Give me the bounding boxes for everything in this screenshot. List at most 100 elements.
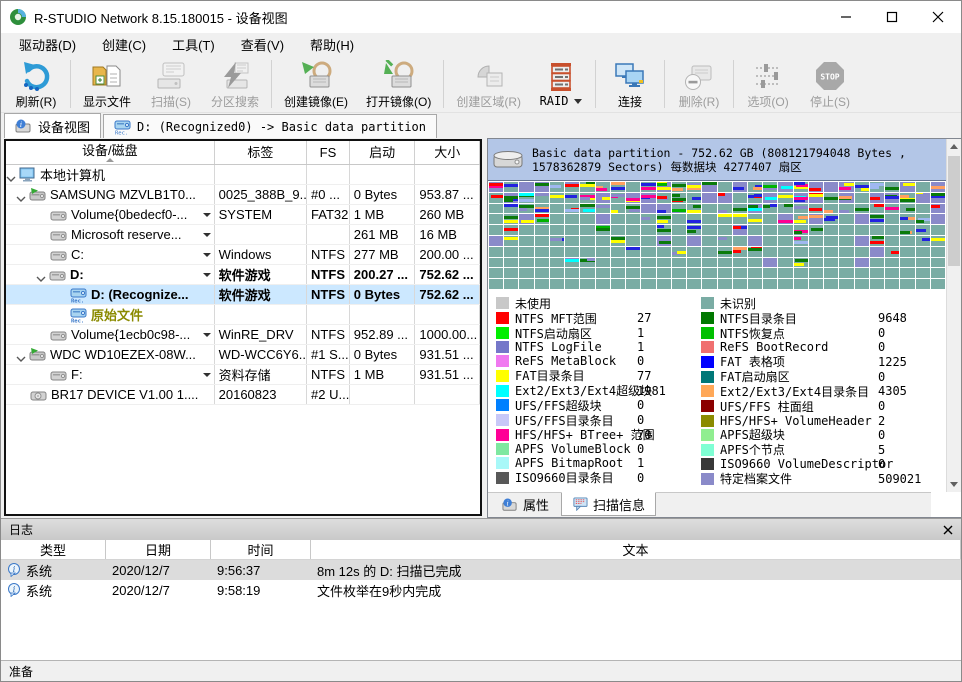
tab-device-view[interactable]: i设备视图 xyxy=(4,113,101,138)
stop-button: STOP停止(S) xyxy=(799,56,861,112)
menu-item-1[interactable]: 创建(C) xyxy=(92,33,156,56)
maximize-button[interactable] xyxy=(869,1,915,33)
menu-item-4[interactable]: 帮助(H) xyxy=(300,33,364,56)
expand-chevron-icon[interactable] xyxy=(16,351,26,359)
tree-row-11[interactable]: BR17 DEVICE V1.00 1....20160823#2 U... xyxy=(6,385,480,405)
tree-row-1[interactable]: SAMSUNG MZVLB1T0...0025_388B_9...#0 ...0… xyxy=(6,185,480,205)
scan-block xyxy=(702,204,716,214)
cell-label: 软件游戏 xyxy=(215,265,307,284)
scan-block xyxy=(900,214,914,224)
tree-row-3[interactable]: Microsoft reserve...261 MB16 MB xyxy=(6,225,480,245)
legend-count: 0 xyxy=(878,340,887,354)
scan-block xyxy=(718,193,732,203)
scrollbar-thumb[interactable] xyxy=(948,156,960,266)
chevron-down-icon[interactable] xyxy=(574,99,582,104)
tree-row-5[interactable]: D:软件游戏NTFS200.27 ...752.62 ... xyxy=(6,265,480,285)
tab-properties[interactable]: i属性 xyxy=(492,493,559,516)
log-column-header-2[interactable]: 时间 xyxy=(211,540,311,559)
log-row-0[interactable]: i系统2020/12/79:56:378m 12s 的 D: 扫描已完成 xyxy=(1,560,962,580)
tree-row-2[interactable]: Volume{0bedecf0-...SYSTEMFAT321 MB260 MB xyxy=(6,205,480,225)
tree-column-header-1[interactable]: 标签 xyxy=(215,141,307,164)
scan-block xyxy=(870,182,884,192)
scroll-up-icon[interactable] xyxy=(947,139,961,154)
tab-scan-info[interactable]: 扫描信息 xyxy=(561,492,656,516)
svg-text:STOP: STOP xyxy=(820,72,839,81)
scan-block xyxy=(763,193,777,203)
view-tabstrip: i设备视图Rec.D: (Recognized0) -> Basic data … xyxy=(1,113,961,138)
scan-block xyxy=(900,204,914,214)
scan-block xyxy=(809,225,823,235)
menu-item-0[interactable]: 驱动器(D) xyxy=(9,33,86,56)
cell-label xyxy=(215,165,307,184)
log-close-icon[interactable] xyxy=(941,523,955,537)
tree-row-0[interactable]: 本地计算机 xyxy=(6,165,480,185)
chevron-down-icon[interactable] xyxy=(203,333,211,337)
legend-count: 77 xyxy=(637,369,653,383)
hard-drive-icon xyxy=(492,147,526,173)
tree-row-7[interactable]: Rec.原始文件 xyxy=(6,305,480,325)
scan-block xyxy=(626,182,640,192)
chevron-down-icon[interactable] xyxy=(203,213,211,217)
legend-item: UFS/FFS目录条目0 xyxy=(496,413,701,428)
tree-row-10[interactable]: F:资料存储NTFS1 MB931.51 ... xyxy=(6,365,480,385)
scan-block xyxy=(687,214,701,224)
scan-block xyxy=(763,182,777,192)
chevron-down-icon[interactable] xyxy=(203,233,211,237)
tree-column-header-3[interactable]: 启动 xyxy=(350,141,416,164)
expand-chevron-icon[interactable] xyxy=(6,171,16,179)
cell-start: 200.27 ... xyxy=(350,265,416,284)
scan-block xyxy=(855,279,869,289)
chevron-down-icon[interactable] xyxy=(203,253,211,257)
expand-chevron-icon[interactable] xyxy=(36,271,46,279)
tree-column-header-2[interactable]: FS xyxy=(307,141,350,164)
scan-block xyxy=(580,279,594,289)
svg-text:i: i xyxy=(13,585,16,594)
menu-item-2[interactable]: 工具(T) xyxy=(162,33,225,56)
scan-block xyxy=(763,258,777,268)
scan-block xyxy=(824,268,838,278)
log-column-header-0[interactable]: 类型 xyxy=(1,540,106,559)
connect-button[interactable]: 连接 xyxy=(599,56,661,112)
log-column-header-1[interactable]: 日期 xyxy=(106,540,211,559)
device-name: Volume{0bedecf0-... xyxy=(71,207,187,222)
raid-button[interactable]: RAID xyxy=(530,56,592,112)
legend-swatch xyxy=(496,355,509,367)
legend-label: HFS/HFS+ BTree+ 范围 xyxy=(515,426,637,443)
close-button[interactable] xyxy=(915,1,961,33)
scan-block xyxy=(535,268,549,278)
legend-count: 9648 xyxy=(878,311,909,325)
scan-block xyxy=(763,279,777,289)
chevron-down-icon[interactable] xyxy=(203,373,211,377)
show-files-button[interactable]: 显示文件 xyxy=(74,56,140,112)
minimize-button[interactable] xyxy=(823,1,869,33)
open-image-button[interactable]: 打开镜像(O) xyxy=(357,56,440,112)
scan-button: 扫描(S) xyxy=(140,56,202,112)
legend-count: 0 xyxy=(637,442,646,456)
legend-count: 1225 xyxy=(878,355,909,369)
create-image-button[interactable]: 创建镜像(E) xyxy=(275,56,357,112)
log-text: 文件枚举在9秒内完成 xyxy=(311,580,961,600)
cell-fs: NTFS xyxy=(307,245,350,264)
legend-item: ISO9660目录条目0 xyxy=(496,470,701,485)
scroll-down-icon[interactable] xyxy=(947,477,961,492)
log-column-header-3[interactable]: 文本 xyxy=(311,540,961,559)
tree-row-8[interactable]: Volume{1ecb0c98-...WinRE_DRVNTFS952.89 .… xyxy=(6,325,480,345)
log-row-1[interactable]: i系统2020/12/79:58:19文件枚举在9秒内完成 xyxy=(1,580,962,600)
legend-item: UFS/FFS超级块0 xyxy=(496,398,701,413)
tree-row-4[interactable]: C:WindowsNTFS277 MB200.00 ... xyxy=(6,245,480,265)
scan-block xyxy=(550,182,564,192)
menu-item-3[interactable]: 查看(V) xyxy=(231,33,294,56)
tree-column-header-4[interactable]: 大小 xyxy=(415,141,480,164)
tree-column-header-0[interactable]: 设备/磁盘 xyxy=(6,141,215,164)
legend-item: HFS/HFS+ BTree+ 范围70 xyxy=(496,428,701,443)
tree-row-6[interactable]: Rec.D: (Recognize...软件游戏NTFS0 Bytes752.6… xyxy=(6,285,480,305)
tab-scan-result[interactable]: Rec.D: (Recognized0) -> Basic data parti… xyxy=(103,114,437,138)
scan-block xyxy=(794,225,808,235)
vertical-scrollbar[interactable] xyxy=(946,139,961,492)
cell-label: WD-WCC6Y6... xyxy=(215,345,307,364)
expand-chevron-icon[interactable] xyxy=(16,191,26,199)
cell-fs xyxy=(307,305,350,324)
chevron-down-icon[interactable] xyxy=(203,273,211,277)
tree-row-9[interactable]: WDC WD10EZEX-08W...WD-WCC6Y6...#1 S...0 … xyxy=(6,345,480,365)
refresh-button[interactable]: 刷新(R) xyxy=(5,56,67,112)
